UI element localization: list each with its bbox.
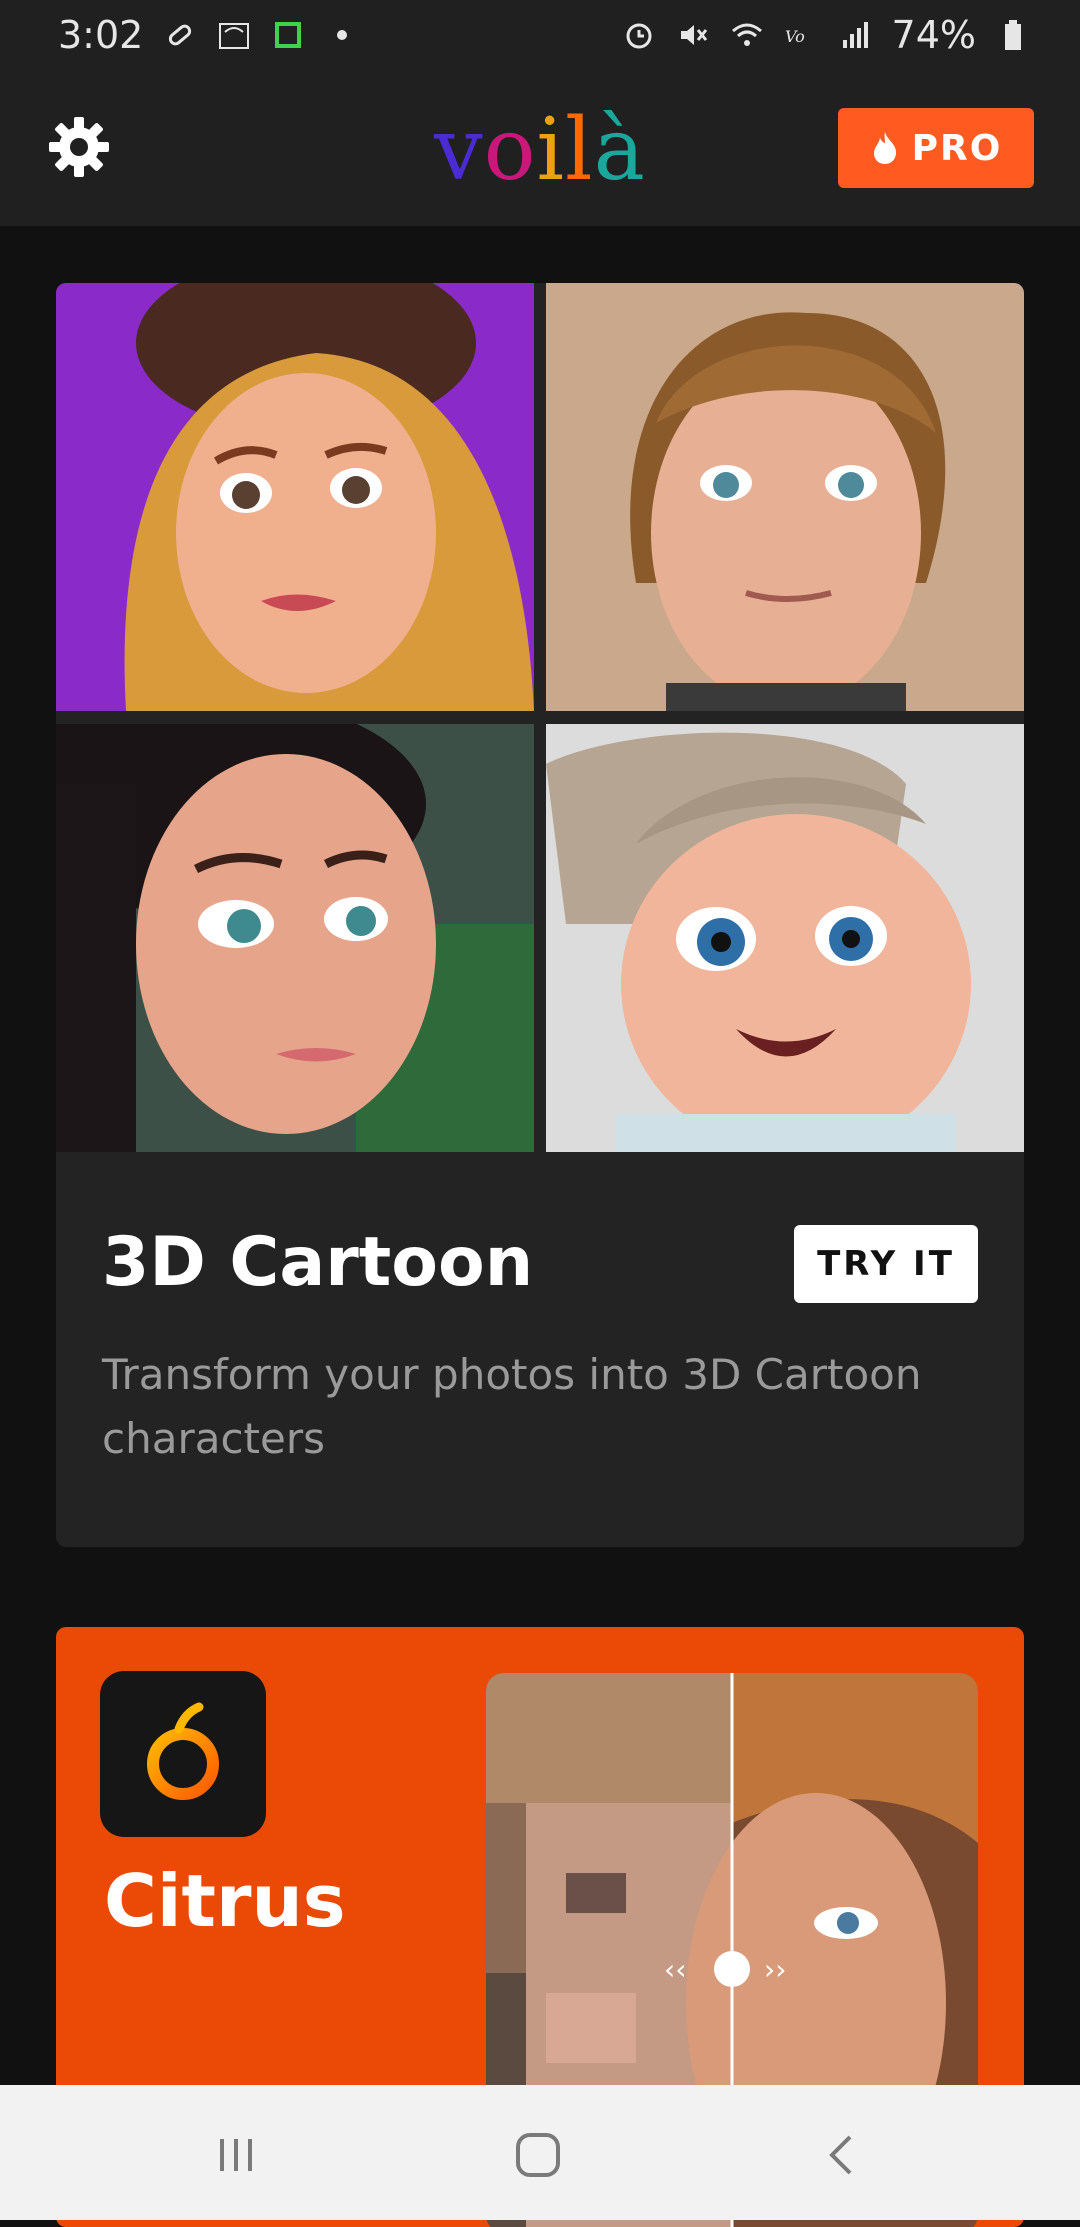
svg-text:Vo: Vo	[785, 27, 805, 46]
status-right: Vo 74%	[622, 13, 1030, 57]
logo-letter: i	[536, 100, 566, 200]
feature-card-3d-cartoon[interactable]: 3D Cartoon TRY IT Transform your photos …	[56, 283, 1024, 1547]
svg-text:››: ››	[764, 1953, 786, 1986]
status-time: 3:02	[58, 13, 144, 57]
voip-wifi-icon	[219, 23, 250, 49]
logo-letter: o	[483, 100, 537, 200]
pill-icon	[169, 24, 192, 46]
citrus-app-icon	[100, 1671, 266, 1837]
logo-letter: à	[593, 100, 646, 200]
recents-icon	[220, 2139, 252, 2171]
logo-letter: l	[565, 100, 594, 200]
back-button[interactable]	[812, 2125, 872, 2185]
promo-app-name: Citrus	[104, 1859, 346, 1943]
pro-button[interactable]: PRO	[838, 108, 1034, 188]
card-description: Transform your photos into 3D Cartoon ch…	[102, 1350, 922, 1463]
svg-text:‹‹: ‹‹	[664, 1953, 686, 1986]
app-bar: voilà PRO	[0, 70, 1080, 226]
preview-image-woman	[56, 724, 534, 1152]
status-left: 3:02	[58, 13, 359, 57]
pro-label: PRO	[911, 127, 1003, 169]
back-icon	[829, 2135, 852, 2175]
battery-percent: 74%	[891, 13, 976, 57]
preview-image-girl	[56, 283, 534, 711]
try-it-button[interactable]: TRY IT	[794, 1225, 978, 1303]
status-bar: 3:02 Vo 74%	[0, 0, 1080, 70]
battery-icon	[1005, 20, 1021, 50]
flame-icon	[873, 132, 896, 164]
wifi-icon	[731, 23, 762, 46]
dot-icon	[337, 30, 348, 40]
preview-image-boy	[546, 283, 1024, 711]
volte-icon: Vo	[785, 27, 805, 46]
system-nav-bar	[0, 2085, 1080, 2220]
signal-icon	[842, 22, 868, 48]
preview-grid	[56, 283, 1024, 1153]
card-title: 3D Cartoon	[102, 1223, 534, 1302]
preview-image-baby	[546, 724, 1024, 1152]
mute-icon	[680, 25, 707, 45]
citrus-logo-icon	[147, 1702, 219, 1800]
home-icon	[516, 2133, 560, 2177]
screen-record-icon	[275, 22, 302, 48]
logo-letter: v	[434, 100, 484, 200]
alarm-icon	[626, 23, 652, 49]
recents-button[interactable]	[206, 2125, 266, 2185]
home-button[interactable]	[508, 2125, 568, 2185]
